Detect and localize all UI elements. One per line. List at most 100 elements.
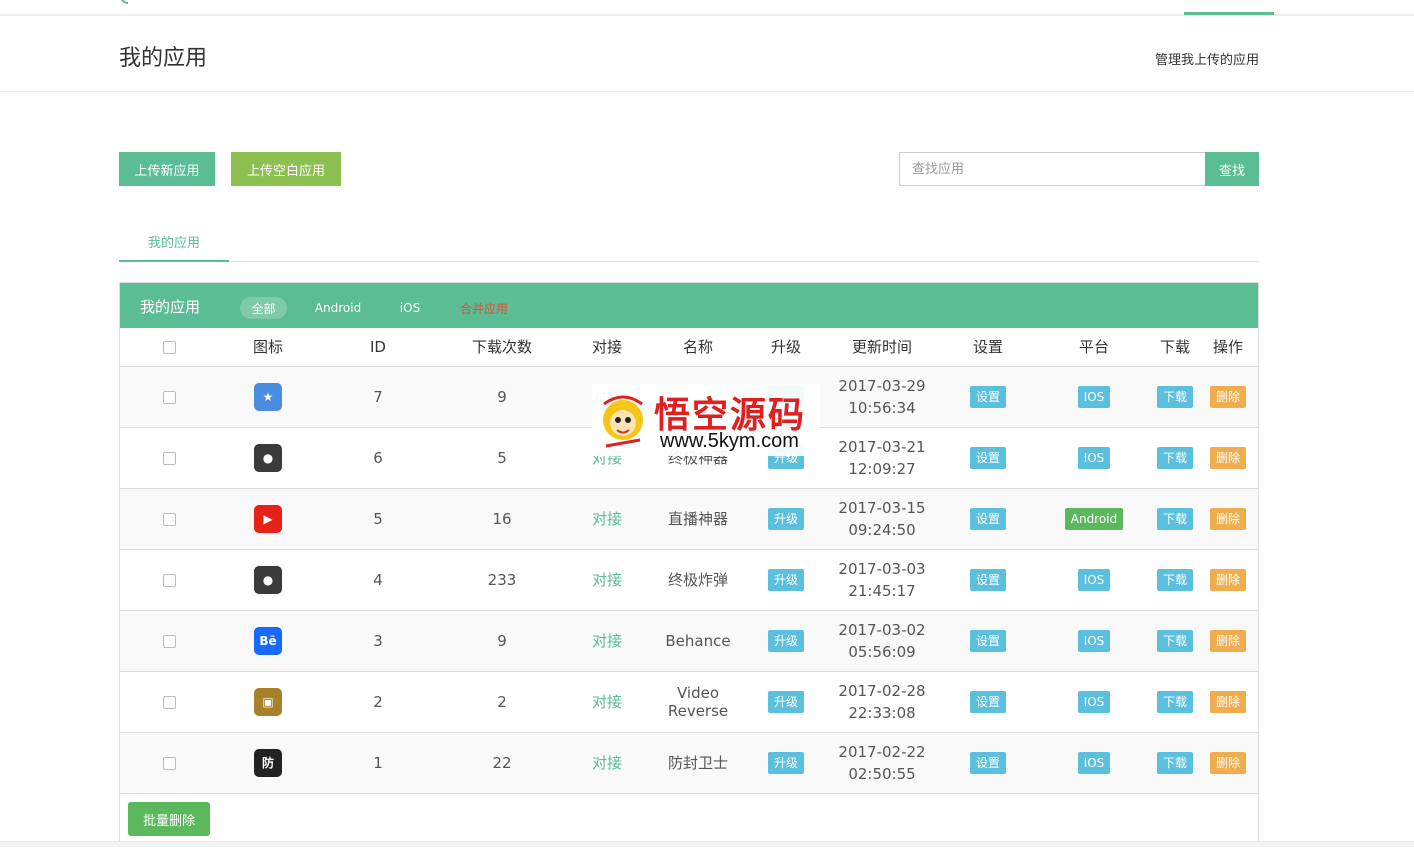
- delete-button[interactable]: 删除: [1209, 751, 1246, 774]
- row-select-cell: [120, 671, 218, 733]
- delete-button[interactable]: 删除: [1209, 507, 1246, 530]
- platform-cell: IOS: [1036, 671, 1152, 733]
- connect-link[interactable]: 对接: [592, 693, 622, 711]
- settings-button[interactable]: 设置: [969, 507, 1006, 530]
- search-input[interactable]: [899, 152, 1205, 186]
- upgrade-button[interactable]: 升级: [767, 629, 804, 652]
- updated-date: 2017-03-29: [838, 376, 926, 395]
- settings-button[interactable]: 设置: [969, 446, 1006, 469]
- platform-cell: IOS: [1036, 610, 1152, 672]
- updated-cell: 2017-03-02 05:56:09: [824, 610, 940, 672]
- upgrade-button[interactable]: 升级: [767, 568, 804, 591]
- row-select-cell: [120, 366, 218, 428]
- connect-link[interactable]: 对接: [592, 754, 622, 772]
- id-cell: 2: [318, 671, 438, 733]
- download-cell: 下载: [1152, 366, 1198, 428]
- downloads-cell: 2: [438, 671, 566, 733]
- column-header: 图标: [218, 328, 318, 367]
- settings-button[interactable]: 设置: [969, 385, 1006, 408]
- upload-blank-app-button[interactable]: 上传空白应用: [231, 152, 341, 186]
- row-checkbox[interactable]: [162, 756, 176, 770]
- connect-cell: 对接: [566, 488, 648, 550]
- table-header-row: 图标 ID 下载次数 对接 名称 升级 更新时间 设置 平台 下载 操作: [120, 328, 1258, 367]
- settings-cell: 设置: [940, 549, 1036, 611]
- actions-cell: 删除: [1198, 427, 1258, 489]
- connect-link[interactable]: 对接: [592, 510, 622, 528]
- download-button[interactable]: 下载: [1156, 507, 1193, 530]
- row-checkbox[interactable]: [162, 634, 176, 648]
- upgrade-button[interactable]: 升级: [767, 751, 804, 774]
- connect-cell: 对接: [566, 610, 648, 672]
- column-header: 操作: [1198, 328, 1258, 367]
- updated-date: 2017-02-28: [838, 681, 926, 700]
- manage-uploads-link[interactable]: 管理我上传的应用: [1155, 49, 1259, 68]
- name-cell: 终极炸弹: [648, 549, 748, 611]
- filter-ios[interactable]: iOS: [390, 297, 430, 319]
- row-checkbox[interactable]: [162, 695, 176, 709]
- connect-link[interactable]: 对接: [592, 571, 622, 589]
- delete-button[interactable]: 删除: [1209, 385, 1246, 408]
- upload-new-app-button[interactable]: 上传新应用: [119, 152, 215, 186]
- filter-android[interactable]: Android: [306, 297, 370, 319]
- delete-button[interactable]: 删除: [1209, 568, 1246, 591]
- download-button[interactable]: 下载: [1156, 446, 1193, 469]
- row-checkbox[interactable]: [162, 451, 176, 465]
- row-checkbox[interactable]: [162, 573, 176, 587]
- column-header: 对接: [566, 328, 648, 367]
- row-select-cell: [120, 732, 218, 794]
- downloads-cell: 22: [438, 732, 566, 794]
- row-checkbox[interactable]: [162, 390, 176, 404]
- upgrade-button[interactable]: 升级: [767, 690, 804, 713]
- download-button[interactable]: 下载: [1156, 385, 1193, 408]
- select-all-checkbox[interactable]: [162, 340, 176, 354]
- search-button[interactable]: 查找: [1205, 152, 1259, 186]
- settings-button[interactable]: 设置: [969, 690, 1006, 713]
- actions-cell: 删除: [1198, 671, 1258, 733]
- settings-button[interactable]: 设置: [969, 751, 1006, 774]
- select-all-cell: [120, 328, 218, 367]
- settings-button[interactable]: 设置: [969, 629, 1006, 652]
- updated-time: 09:24:50: [848, 520, 916, 539]
- page-bottom-border: [0, 841, 1414, 847]
- logo-icon[interactable]: [120, 0, 128, 4]
- behance-icon: Bē: [254, 626, 282, 655]
- icon-cell: ★: [218, 366, 318, 428]
- column-header: 下载: [1152, 328, 1198, 367]
- download-button[interactable]: 下载: [1156, 690, 1193, 713]
- upgrade-cell: 升级: [748, 488, 824, 550]
- updated-time: 22:33:08: [848, 703, 916, 722]
- connect-link[interactable]: 对接: [592, 632, 622, 650]
- download-button[interactable]: 下载: [1156, 568, 1193, 591]
- delete-button[interactable]: 删除: [1209, 629, 1246, 652]
- settings-button[interactable]: 设置: [969, 568, 1006, 591]
- table-row: ▶ 5 16 对接 直播神器 升级 2017-03-15 09:24:50 设置 Android 下…: [120, 488, 1258, 550]
- updated-date: 2017-03-21: [838, 437, 926, 456]
- tab-my-apps[interactable]: 我的应用: [119, 226, 229, 262]
- id-cell: 4: [318, 549, 438, 611]
- download-cell: 下载: [1152, 488, 1198, 550]
- platform-cell: IOS: [1036, 427, 1152, 489]
- row-checkbox[interactable]: [162, 512, 176, 526]
- updated-time: 02:50:55: [848, 764, 916, 783]
- batch-delete-button[interactable]: 批量删除: [128, 802, 210, 836]
- delete-button[interactable]: 删除: [1209, 446, 1246, 469]
- column-header: 升级: [748, 328, 824, 367]
- platform-badge: IOS: [1077, 568, 1111, 591]
- actions-cell: 删除: [1198, 366, 1258, 428]
- id-cell: 5: [318, 488, 438, 550]
- download-button[interactable]: 下载: [1156, 629, 1193, 652]
- delete-button[interactable]: 删除: [1209, 690, 1246, 713]
- filter-merged[interactable]: 合并应用: [452, 297, 516, 319]
- filter-all[interactable]: 全部: [240, 297, 287, 319]
- table-row: Bē 3 9 对接 Behance 升级 2017-03-02 05:56:09 设置 IOS 下载…: [120, 610, 1258, 672]
- upgrade-button[interactable]: 升级: [767, 507, 804, 530]
- row-select-cell: [120, 427, 218, 489]
- connect-cell: 对接: [566, 671, 648, 733]
- download-button[interactable]: 下载: [1156, 751, 1193, 774]
- nav-active-indicator: [1184, 12, 1274, 15]
- updated-date: 2017-03-02: [838, 620, 926, 639]
- updated-time: 12:09:27: [848, 459, 916, 478]
- watermark-url: www.5kym.com: [660, 430, 799, 452]
- icon-cell: ●: [218, 427, 318, 489]
- download-cell: 下载: [1152, 610, 1198, 672]
